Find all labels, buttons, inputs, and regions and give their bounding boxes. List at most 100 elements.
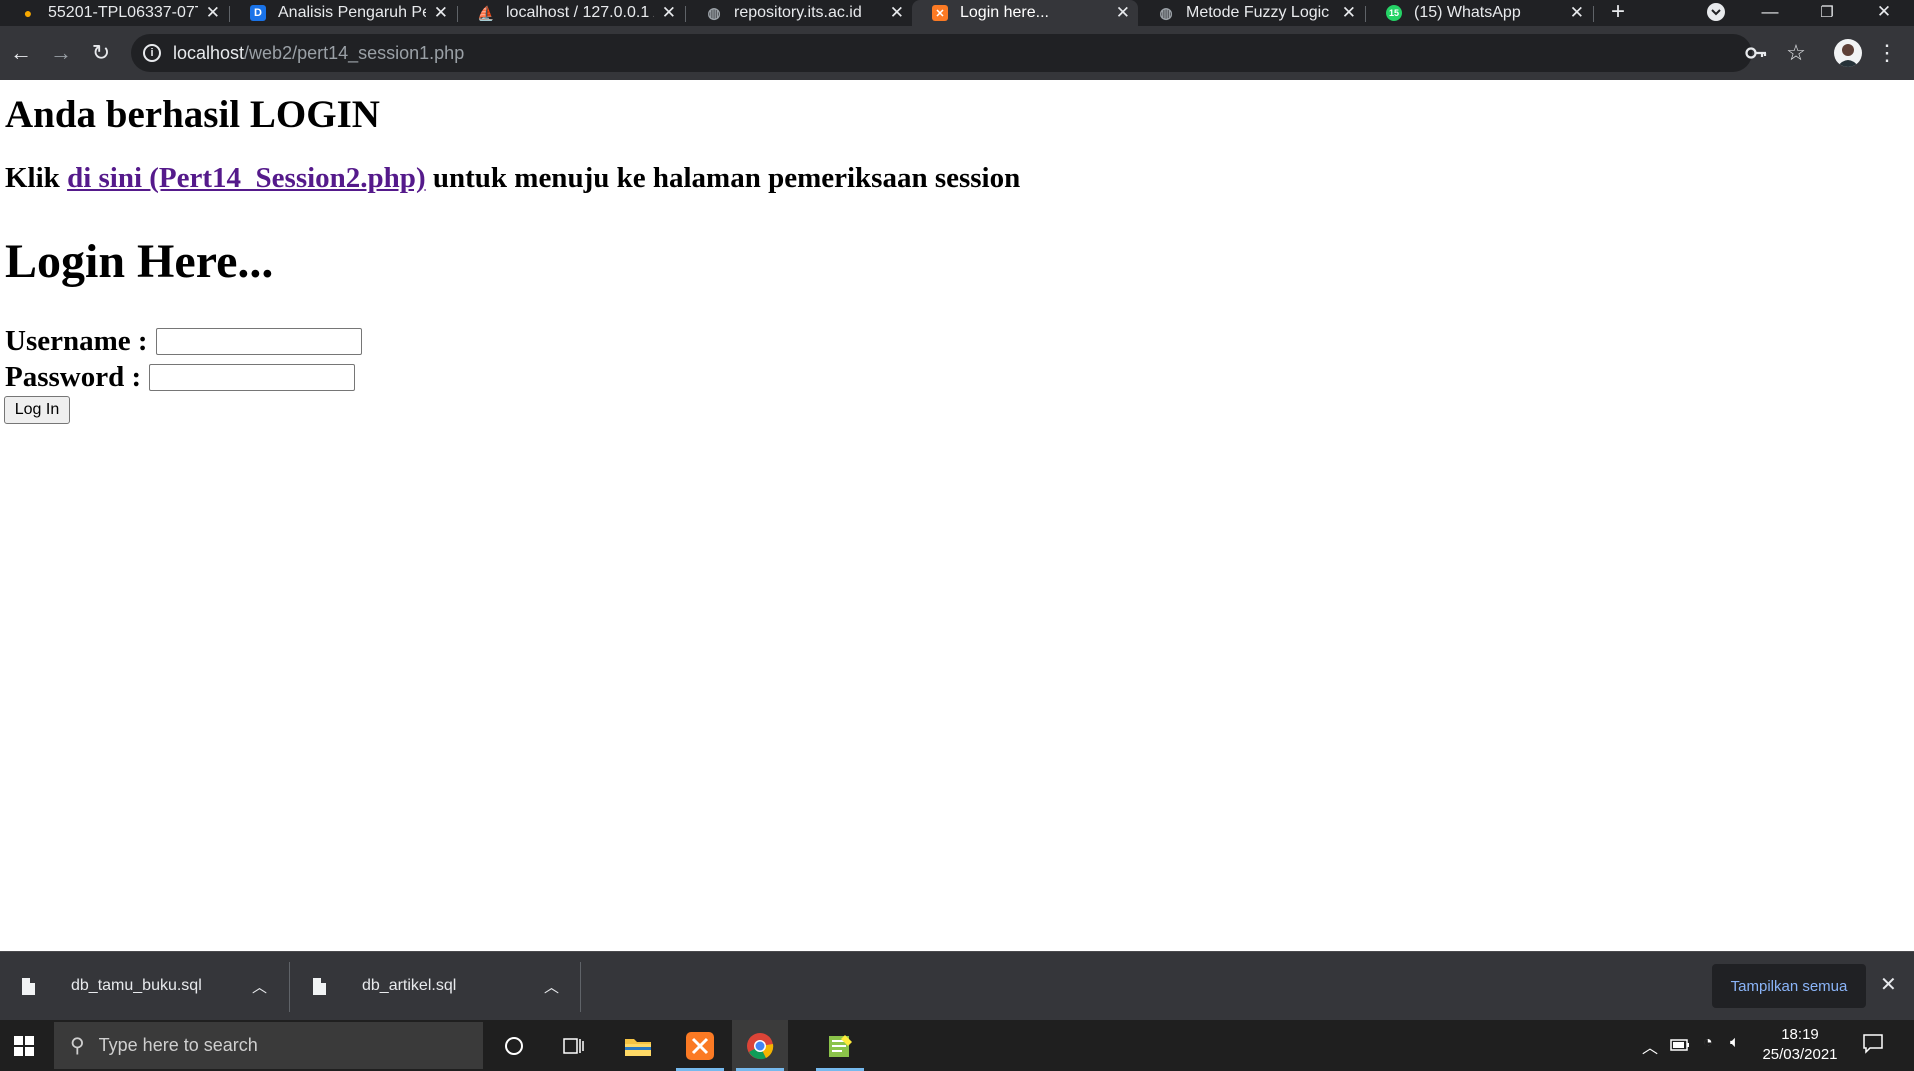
key-icon-svg (1745, 47, 1767, 59)
tab-title: Analisis Pengaruh Pen (278, 4, 426, 21)
cortana-circle-icon (505, 1036, 523, 1055)
moodle-icon: ● (23, 5, 33, 21)
download-separator (289, 962, 290, 1012)
chrome-icon (747, 1032, 774, 1059)
globe-icon: ◍ (1159, 5, 1173, 22)
task-view-icon (563, 1037, 584, 1054)
reload-button[interactable]: ↻ (88, 40, 114, 66)
tab-7[interactable]: 15 (15) WhatsApp ✕ (1366, 0, 1592, 26)
download-shelf: db_tamu_buku.sql ︿ db_artikel.sql ︿ Tamp… (0, 951, 1914, 1020)
login-heading: Login Here... (5, 235, 274, 288)
close-tab-icon[interactable]: ✕ (1116, 3, 1130, 23)
globe-icon: ◍ (707, 5, 721, 22)
file-explorer-app[interactable] (610, 1020, 666, 1071)
notification-svg (1863, 1034, 1883, 1054)
tab-2[interactable]: D Analisis Pengaruh Pen ✕ (230, 0, 456, 26)
chrome-app[interactable] (732, 1020, 788, 1071)
close-download-shelf-icon[interactable]: ✕ (1880, 972, 1897, 997)
key-icon[interactable] (1743, 40, 1769, 66)
cortana-button[interactable] (486, 1020, 542, 1071)
xampp-app[interactable] (672, 1020, 728, 1071)
address-bar[interactable]: i localhost/web2/pert14_session1.php (131, 34, 1752, 72)
address-url: localhost/web2/pert14_session1.php (173, 43, 464, 64)
password-row: Password : (5, 361, 356, 394)
tab-title: 55201-TPL06337-07TP (48, 4, 198, 21)
search-placeholder: Type here to search (98, 1035, 258, 1055)
bookmark-star-icon[interactable]: ☆ (1783, 40, 1809, 66)
tab-strip: ● 55201-TPL06337-07TP ✕ D Analisis Penga… (0, 0, 1914, 26)
xampp-icon: ✕ (932, 5, 948, 21)
wifi-icon[interactable]: ◔ (1703, 1034, 1713, 1052)
windows-taskbar: ⚲ Type here to search ︿ ◔ 🔈︎ 18:19 25/03… (0, 1020, 1914, 1071)
session2-link[interactable]: di sini (Pert14_Session2.php) (67, 162, 426, 194)
close-tab-icon[interactable]: ✕ (434, 3, 448, 23)
download-separator (580, 962, 581, 1012)
login-button[interactable]: Log In (4, 396, 70, 424)
close-tab-icon[interactable]: ✕ (890, 3, 904, 23)
download-filename: db_tamu_buku.sql (71, 977, 202, 994)
tab-title: localhost / 127.0.0.1 / (506, 4, 654, 21)
folder-icon (625, 1038, 651, 1056)
password-input[interactable] (149, 364, 356, 391)
tray-overflow-chevron-icon[interactable]: ︿ (1642, 1034, 1658, 1058)
file-icon (313, 977, 326, 995)
volume-icon[interactable]: 🔈︎ (1730, 1034, 1740, 1052)
username-input[interactable] (155, 328, 362, 355)
show-all-downloads-button[interactable]: Tampilkan semua (1712, 964, 1866, 1008)
profile-avatar[interactable] (1834, 39, 1862, 67)
download-menu-2[interactable]: ︿ (544, 952, 564, 1020)
taskbar-search-box[interactable]: ⚲ Type here to search (54, 1022, 483, 1069)
clock-time: 18:19 (1781, 1026, 1819, 1043)
search-icon: ⚲ (70, 1035, 85, 1057)
phpmyadmin-icon: ⛵ (477, 4, 495, 21)
browser-toolbar: ← → ↻ i localhost/web2/pert14_session1.p… (0, 26, 1914, 80)
start-button[interactable] (0, 1020, 48, 1071)
windows-logo-icon (14, 1035, 34, 1056)
menu-kebab-icon[interactable]: ⋮ (1874, 40, 1900, 66)
notepad-icon (829, 1034, 852, 1057)
new-tab-button[interactable]: + (1598, 0, 1638, 25)
forward-button[interactable]: → (48, 40, 74, 66)
download-item-1[interactable]: db_tamu_buku.sql (22, 952, 202, 1020)
page-content: Anda berhasil LOGIN Klik di sini (Pert14… (0, 80, 1914, 951)
avatar-icon (1837, 44, 1859, 67)
tab-separator (1593, 6, 1594, 22)
session-link-paragraph: Klik di sini (Pert14_Session2.php) untuk… (5, 162, 1020, 195)
restore-button[interactable]: ❐ (1807, 0, 1847, 24)
file-icon (22, 977, 35, 995)
whatsapp-icon: 15 (1386, 5, 1402, 21)
click-prefix: Klik (5, 162, 68, 194)
tab-search-button[interactable] (1696, 0, 1736, 24)
battery-icon[interactable] (1670, 1038, 1690, 1056)
system-clock[interactable]: 18:19 25/03/2021 (1760, 1025, 1840, 1065)
close-tab-icon[interactable]: ✕ (206, 3, 220, 23)
clock-date: 25/03/2021 (1762, 1046, 1838, 1063)
download-menu-1[interactable]: ︿ (252, 952, 272, 1020)
battery-svg (1670, 1039, 1689, 1051)
password-label: Password : (5, 361, 142, 393)
success-heading: Anda berhasil LOGIN (5, 93, 380, 136)
notepad-app[interactable] (812, 1020, 868, 1071)
tab-1[interactable]: ● 55201-TPL06337-07TP ✕ (0, 0, 228, 26)
username-label: Username : (5, 325, 148, 357)
close-tab-icon[interactable]: ✕ (1342, 3, 1356, 23)
tab-title: Login here... (960, 4, 1049, 21)
task-view-button[interactable] (546, 1020, 602, 1071)
url-path: /web2/pert14_session1.php (244, 43, 465, 63)
back-button[interactable]: ← (8, 40, 34, 66)
info-icon[interactable]: i (143, 44, 161, 62)
tab-6[interactable]: ◍ Metode Fuzzy Logic (I ✕ (1138, 0, 1364, 26)
chevron-up-icon: ︿ (252, 978, 268, 996)
minimize-button[interactable]: — (1750, 0, 1790, 24)
notification-center-icon[interactable] (1862, 1032, 1884, 1059)
close-tab-icon[interactable]: ✕ (662, 3, 676, 23)
tab-3[interactable]: ⛵ localhost / 127.0.0.1 / ✕ (458, 0, 684, 26)
download-item-2[interactable]: db_artikel.sql (313, 952, 456, 1020)
close-tab-icon[interactable]: ✕ (1570, 3, 1584, 23)
tab-5-active[interactable]: ✕ Login here... ✕ (912, 0, 1138, 26)
tab-title: (15) WhatsApp (1414, 4, 1521, 21)
close-window-button[interactable]: ✕ (1864, 0, 1904, 24)
chevron-up-icon: ︿ (544, 978, 560, 996)
tab-4[interactable]: ◍ repository.its.ac.id ✕ (686, 0, 912, 26)
tab-title: repository.its.ac.id (734, 4, 862, 21)
